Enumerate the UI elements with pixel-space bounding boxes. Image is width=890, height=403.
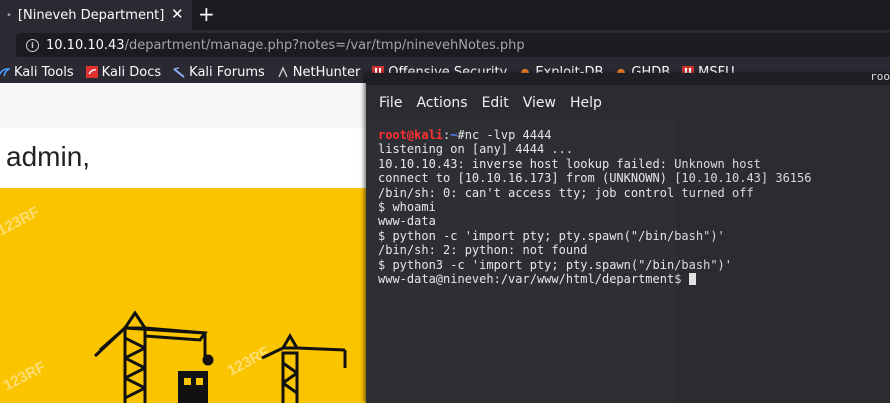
terminal-titlebar: roo [366,70,890,85]
prompt-symbol: # [457,128,465,142]
menu-file[interactable]: File [379,95,402,111]
prompt-user: root@kali [378,128,444,142]
kali-docs-icon [85,66,98,78]
url-host: 10.10.10.43 [46,37,125,53]
new-tab-button[interactable]: + [198,2,215,26]
menu-edit[interactable]: Edit [482,95,509,111]
shell-prompt: www-data@nineveh:/var/www/html/departmen… [378,271,689,286]
close-tab-icon[interactable]: ✕ [171,5,184,23]
bookmark-kali-docs[interactable]: Kali Docs [85,64,162,80]
bookmark-label: NetHunter [292,64,361,80]
bookmark-kali-forums[interactable]: Kali Forums [173,65,265,80]
terminal-shade-region [676,121,890,403]
prompt-path: ~ [450,128,458,142]
menu-view[interactable]: View [523,95,556,111]
bookmark-label: Kali Forums [189,64,265,80]
bookmark-nethunter[interactable]: NetHunter [277,64,361,80]
url-path: /department/manage.php?notes=/var/tmp/ni… [124,37,525,53]
browser-tab[interactable]: • [Nineveh Department] ✕ [0,0,192,30]
menu-help[interactable]: Help [570,95,602,111]
tab-indicator-dot: • [6,9,12,21]
kali-forums-icon [173,66,185,78]
kali-icon [0,66,12,78]
menu-actions[interactable]: Actions [416,95,467,111]
terminal-titlebar-label: roo [870,70,890,83]
bookmark-kali-tools[interactable]: Kali Tools [0,65,74,80]
site-info-icon[interactable]: i [26,38,39,52]
nethunter-icon [277,66,289,78]
construction-crane-illustration [93,310,347,403]
command-text: nc -lvp 4444 [464,128,552,142]
tab-title: [Nineveh Department] [17,7,165,23]
tab-bar: • [Nineveh Department] ✕ + [0,0,890,30]
terminal-menubar: File Actions Edit View Help [366,85,890,121]
nav-bar: i 10.10.10.43/department/manage.php?note… [0,30,890,61]
terminal-window[interactable]: roo File Actions Edit View Help root@kal… [366,70,890,403]
bookmark-label: Kali Tools [14,64,74,80]
admin-greeting: admin, [6,141,91,172]
url-bar[interactable]: i 10.10.10.43/department/manage.php?note… [16,33,890,57]
bookmark-label: Kali Docs [101,64,162,80]
construction-banner: 123RF 123RF 123RF [0,188,366,403]
web-page: admin, 123RF 123RF 123RF [0,83,366,403]
